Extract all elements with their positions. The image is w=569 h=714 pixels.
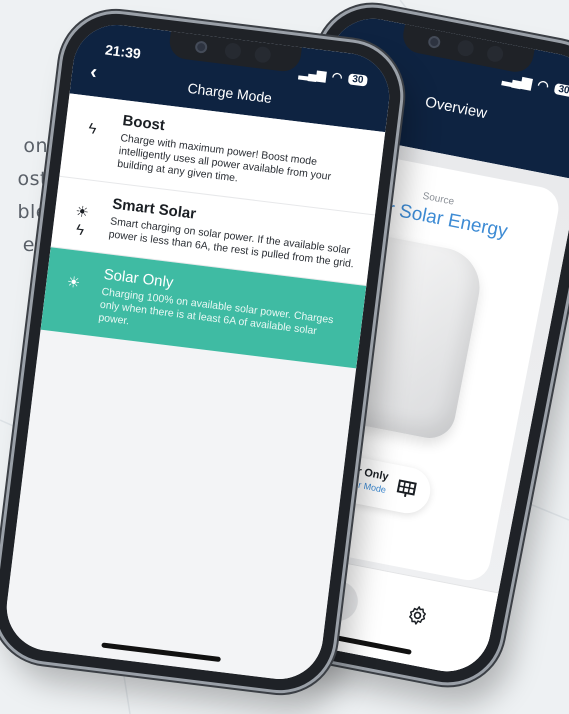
battery-icon: 30 bbox=[347, 72, 369, 87]
signal-icon: ▂▄▆ bbox=[501, 69, 534, 91]
intro-line: on bbox=[23, 135, 48, 157]
intro-line: ble bbox=[17, 201, 48, 223]
gear-icon[interactable] bbox=[405, 603, 431, 629]
lightning-icon: ϟ bbox=[87, 120, 98, 138]
signal-icon: ▂▄▆ bbox=[298, 65, 327, 83]
sun-lightning-icon: ☀ϟ bbox=[74, 203, 90, 240]
status-bar: ▂▄▆ ◠ 30 bbox=[298, 65, 369, 87]
empty-area bbox=[1, 357, 353, 685]
status-time: 21:39 bbox=[104, 41, 142, 62]
intro-line: ost bbox=[17, 168, 48, 190]
mode-list: ϟ Boost Charge with maximum power! Boost… bbox=[40, 93, 386, 369]
battery-icon: 30 bbox=[553, 82, 569, 97]
sun-icon: ☀ bbox=[65, 273, 82, 293]
charge-mode-screen: 21:39 ▂▄▆ ◠ 30 ‹ Charge Mode ϟ Boost Cha… bbox=[1, 19, 395, 685]
status-bar: ▂▄▆ ◠ 30 bbox=[501, 70, 569, 99]
wifi-icon: ◠ bbox=[331, 69, 344, 85]
solar-panel-icon bbox=[396, 479, 417, 498]
wifi-icon: ◠ bbox=[536, 76, 551, 94]
